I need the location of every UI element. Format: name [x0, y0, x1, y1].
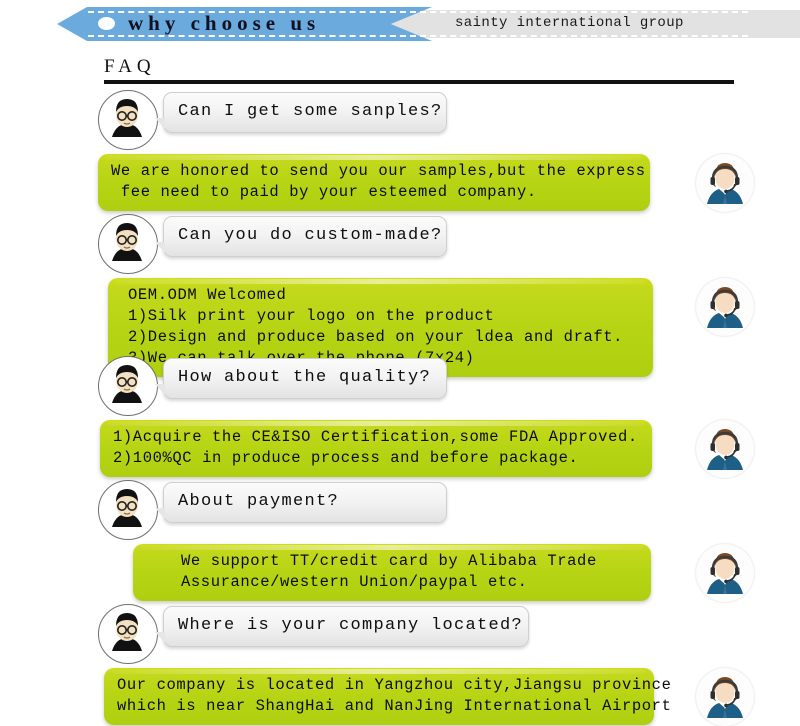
answer-text: We support TT/credit card by Alibaba Tra…: [181, 552, 597, 591]
question-bubble-tail: [155, 118, 165, 129]
faq-question-row: Where is your company located?: [0, 602, 800, 664]
faq-question-row: Can I get some sanples?: [0, 88, 800, 150]
answer-text: 1)Acquire the CE&ISO Certification,some …: [113, 428, 638, 467]
customer-avatar-icon: [100, 482, 154, 536]
answer-bubble-edge: [649, 424, 659, 475]
question-text: Where is your company located?: [178, 616, 524, 635]
customer-avatar: [98, 604, 158, 664]
answer-bubble-samples[interactable]: We are honored to send you our samples,b…: [98, 150, 657, 211]
customer-avatar: [98, 214, 158, 274]
faq-answer-row: We support TT/credit card by Alibaba Tra…: [0, 540, 800, 602]
faq-question-row: About payment?: [0, 478, 800, 540]
tag-hole-icon: [98, 17, 115, 30]
agent-avatar: [696, 278, 754, 336]
question-text: How about the quality?: [178, 368, 432, 387]
agent-avatar: [696, 668, 754, 726]
agent-headset-avatar-icon: [697, 669, 753, 725]
answer-text: Our company is located in Yangzhou city,…: [117, 676, 672, 715]
answer-bubble-quality[interactable]: 1)Acquire the CE&ISO Certification,some …: [100, 416, 659, 477]
question-bubble-tail: [155, 508, 165, 519]
question-bubble-payment[interactable]: About payment?: [153, 482, 447, 523]
answer-bubble-highlight: [141, 545, 643, 550]
answer-bubble-edge: [648, 548, 658, 599]
answer-bubble-highlight: [108, 421, 644, 426]
agent-avatar: [696, 420, 754, 478]
header-banner: sainty international group why choose us: [0, 4, 800, 44]
agent-headset-avatar-icon: [697, 421, 753, 477]
question-bubble-samples[interactable]: Can I get some sanples?: [153, 92, 447, 133]
faq-question-row: How about the quality?: [0, 354, 800, 416]
answer-bubble-highlight: [112, 669, 646, 674]
question-text: About payment?: [178, 492, 340, 511]
faq-answer-row: 1)Acquire the CE&ISO Certification,some …: [0, 416, 800, 478]
agent-headset-avatar-icon: [697, 545, 753, 601]
question-text: Can I get some sanples?: [178, 102, 443, 121]
faq-answer-row: We are honored to send you our samples,b…: [0, 150, 800, 212]
answer-bubble-highlight: [106, 155, 642, 160]
customer-avatar-icon: [100, 216, 154, 270]
page-title: FAQ: [104, 56, 156, 77]
question-text: Can you do custom-made?: [178, 226, 443, 245]
faq-question-row: Can you do custom-made?: [0, 212, 800, 274]
question-bubble-tail: [155, 384, 165, 395]
heading-divider: [104, 80, 734, 84]
customer-avatar-icon: [100, 606, 154, 660]
faq-chat-list: Can I get some sanples? We are honored t…: [0, 88, 800, 726]
question-bubble-custom-made[interactable]: Can you do custom-made?: [153, 216, 447, 257]
agent-avatar: [696, 154, 754, 212]
faq-answer-row: OEM.ODM Welcomed 1)Silk print your logo …: [0, 274, 800, 377]
answer-bubble-edge: [647, 158, 657, 209]
customer-avatar: [98, 90, 158, 150]
agent-headset-avatar-icon: [697, 155, 753, 211]
question-bubble-quality[interactable]: How about the quality?: [153, 358, 447, 399]
answer-bubble-location[interactable]: Our company is located in Yangzhou city,…: [104, 664, 672, 725]
question-bubble-tail: [155, 242, 165, 253]
answer-bubble-highlight: [116, 279, 645, 284]
faq-heading-block: FAQ: [104, 55, 734, 84]
customer-avatar: [98, 480, 158, 540]
banner-title: why choose us: [128, 11, 321, 35]
question-bubble-tail: [155, 632, 165, 643]
agent-headset-avatar-icon: [697, 279, 753, 335]
answer-bubble-payment[interactable]: We support TT/credit card by Alibaba Tra…: [133, 540, 658, 601]
customer-avatar-icon: [100, 358, 154, 412]
agent-avatar: [696, 544, 754, 602]
customer-avatar-icon: [100, 92, 154, 146]
answer-text: We are honored to send you our samples,b…: [111, 162, 646, 201]
customer-avatar: [98, 356, 158, 416]
question-bubble-location[interactable]: Where is your company located?: [153, 606, 529, 647]
faq-answer-row: Our company is located in Yangzhou city,…: [0, 664, 800, 726]
